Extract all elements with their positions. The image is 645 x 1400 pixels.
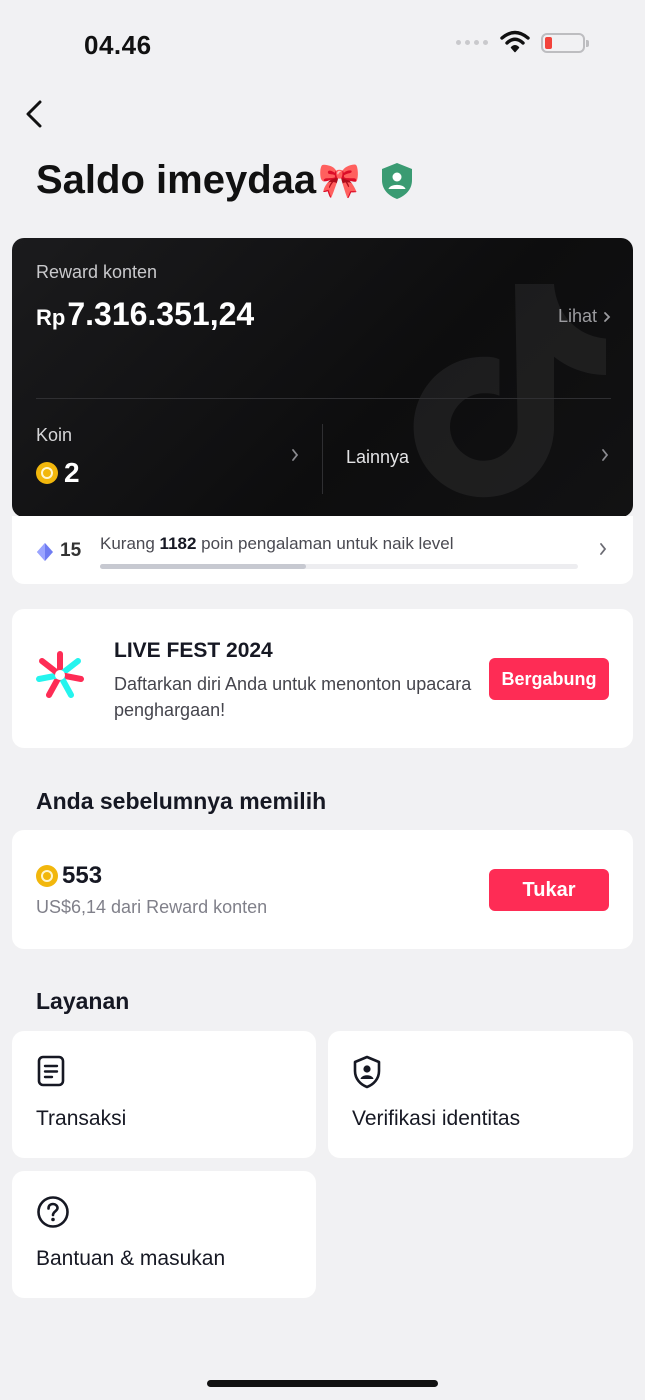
wifi-icon: [500, 30, 530, 59]
page-title-text: Saldo imeydaa: [36, 158, 317, 202]
chevron-right-icon[interactable]: [600, 448, 610, 462]
page-title: Saldo imeydaa 🎀: [36, 158, 414, 203]
reward-label: Reward konten: [36, 262, 158, 282]
battery-icon: [541, 33, 589, 53]
card-divider: [36, 398, 611, 399]
chevron-right-icon[interactable]: [290, 448, 300, 462]
document-icon: [37, 1055, 65, 1087]
level-progress-row[interactable]: 15 Kurang 1182 poin pengalaman untuk nai…: [12, 516, 633, 584]
service-verifikasi-identitas[interactable]: Verifikasi identitas: [328, 1031, 633, 1158]
chevron-left-icon: [26, 100, 42, 128]
back-button[interactable]: [20, 98, 48, 130]
koin-label: Koin: [36, 425, 73, 445]
chevron-right-icon: [604, 311, 611, 322]
live-fest-logo-icon: [36, 651, 84, 698]
level-gem-icon: [37, 543, 53, 561]
shield-user-icon: [353, 1055, 381, 1089]
verified-shield-icon: [380, 162, 414, 200]
currency-symbol: Rp: [36, 305, 66, 330]
service-bantuan-masukan[interactable]: Bantuan & masukan: [12, 1171, 316, 1298]
previous-choice-title: Anda sebelumnya memilih: [36, 788, 327, 814]
previous-coins-value: 553: [62, 862, 103, 889]
lihat-link[interactable]: Lihat: [558, 306, 611, 327]
home-indicator: [207, 1380, 438, 1387]
level-text-prefix: Kurang: [100, 534, 160, 553]
balance-card: Reward konten Rp 7.316.351,24 Lihat Koin…: [12, 238, 633, 517]
live-fest-card: LIVE FEST 2024 Daftarkan diri Anda untuk…: [12, 609, 633, 748]
bow-emoji: 🎀: [318, 161, 361, 200]
card-vertical-divider: [322, 424, 323, 494]
reward-amount: Rp 7.316.351,24: [36, 296, 254, 333]
coin-icon: [36, 865, 58, 887]
chevron-right-icon: [600, 543, 607, 555]
service-label: Transaksi: [36, 1107, 127, 1130]
previous-choice-card: 553 US$6,14 dari Reward konten Tukar: [12, 830, 633, 949]
live-fest-description: Daftarkan diri Anda untuk menonton upaca…: [114, 674, 472, 720]
lihat-label: Lihat: [557, 306, 597, 326]
previous-coins-subtitle: US$6,14 dari Reward konten: [36, 897, 268, 917]
bergabung-button[interactable]: Bergabung: [489, 658, 609, 700]
live-fest-title: LIVE FEST 2024: [114, 639, 273, 662]
previous-coins: 553: [36, 862, 102, 890]
level-progress-fill: [100, 564, 306, 569]
question-circle-icon: [37, 1196, 69, 1228]
cellular-signal-icon: [456, 40, 488, 45]
level-text: Kurang 1182 poin pengalaman untuk naik l…: [100, 534, 454, 554]
status-time: 04.46: [84, 30, 152, 60]
services-title: Layanan: [36, 988, 130, 1014]
lainnya-link[interactable]: Lainnya: [346, 447, 409, 468]
service-transaksi[interactable]: Transaksi: [12, 1031, 316, 1158]
koin-value[interactable]: 2: [36, 457, 80, 489]
service-label: Verifikasi identitas: [352, 1107, 521, 1130]
service-label: Bantuan & masukan: [36, 1247, 226, 1270]
reward-amount-value: 7.316.351,24: [67, 296, 255, 332]
koin-amount: 2: [64, 457, 80, 488]
tiktok-watermark-icon: [413, 284, 606, 498]
level-points: 1182: [159, 534, 197, 553]
coin-icon: [36, 462, 58, 484]
tukar-button[interactable]: Tukar: [489, 869, 609, 911]
level-progress-bar: [100, 564, 578, 569]
level-number: 15: [60, 540, 82, 561]
level-text-suffix: poin pengalaman untuk naik level: [196, 534, 454, 553]
